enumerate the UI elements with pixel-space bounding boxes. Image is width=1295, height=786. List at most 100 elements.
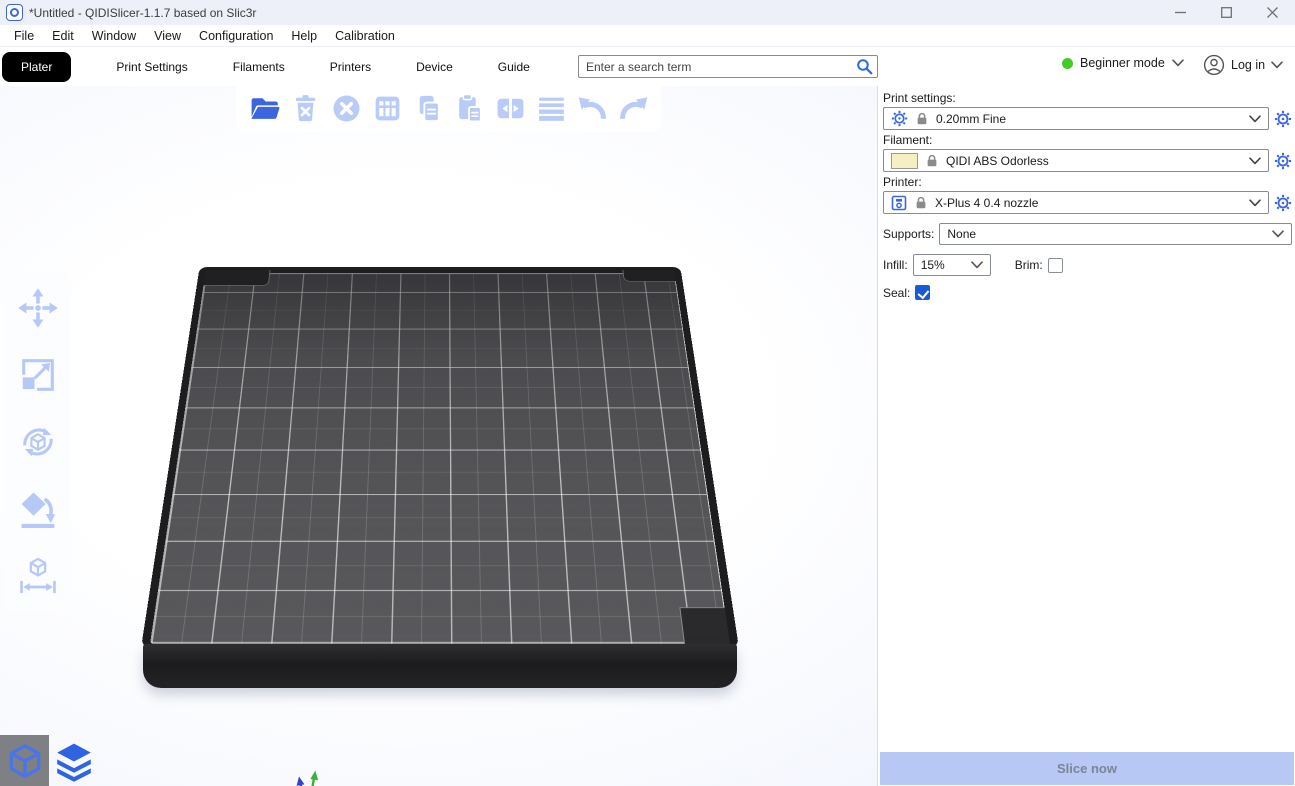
coordinate-axes xyxy=(296,770,319,786)
tab-print-settings[interactable]: Print Settings xyxy=(116,60,187,74)
menu-item-configuration[interactable]: Configuration xyxy=(190,27,282,45)
copy-icon xyxy=(412,92,445,125)
bed-clip-back-right xyxy=(622,269,676,282)
tabbar: Plater Print Settings Filaments Printers… xyxy=(0,47,1295,86)
infill-combo[interactable]: 15% xyxy=(912,254,991,276)
layers-preview-icon xyxy=(53,740,95,782)
undo-button[interactable] xyxy=(573,89,611,127)
print-settings-combo[interactable]: 0.20mm Fine xyxy=(883,107,1269,130)
seal-checkbox[interactable] xyxy=(915,285,931,300)
paste-icon xyxy=(453,92,486,125)
lock-icon xyxy=(925,153,939,168)
redo-button[interactable] xyxy=(614,89,652,127)
minimize-button[interactable] xyxy=(1157,0,1203,25)
mode-status-dot xyxy=(1062,57,1073,69)
edit-print-settings-button[interactable] xyxy=(1274,110,1292,128)
maximize-button[interactable] xyxy=(1203,0,1249,25)
paste-button[interactable] xyxy=(450,89,488,127)
print-settings-label: Print settings: xyxy=(883,91,956,105)
3d-editor-view-button[interactable] xyxy=(0,735,49,786)
gear-icon xyxy=(891,110,908,127)
chevron-down-icon xyxy=(1249,199,1261,207)
tab-plater[interactable]: Plater xyxy=(2,51,72,82)
rotate-gizmo-button[interactable] xyxy=(15,420,61,464)
mode-selector[interactable]: Beginner mode xyxy=(1062,56,1184,70)
split-objects-icon xyxy=(494,92,527,125)
variable-layer-height-icon xyxy=(535,92,568,125)
edit-filament-button[interactable] xyxy=(1274,152,1292,170)
variable-layer-height-button[interactable] xyxy=(532,89,570,127)
arrange-button[interactable] xyxy=(368,89,406,127)
tab-filaments[interactable]: Filaments xyxy=(233,60,285,74)
edit-printer-button[interactable] xyxy=(1274,194,1292,212)
view-switcher xyxy=(0,735,98,786)
filament-value: QIDI ABS Odorless xyxy=(946,153,1049,168)
bed-clip-back-left xyxy=(203,269,271,286)
layers-preview-button[interactable] xyxy=(49,735,98,786)
chevron-down-icon xyxy=(1271,61,1283,69)
search-box[interactable] xyxy=(578,55,878,78)
window-title: *Untitled - QIDISlicer-1.1.7 based on Sl… xyxy=(29,5,257,20)
tab-printers[interactable]: Printers xyxy=(330,60,371,74)
open-folder-icon xyxy=(248,92,281,125)
tab-device[interactable]: Device xyxy=(416,60,453,74)
move-gizmo-button[interactable] xyxy=(15,286,61,330)
print-bed[interactable] xyxy=(141,266,739,786)
supports-value: None xyxy=(947,227,977,241)
menu-item-window[interactable]: Window xyxy=(83,27,145,45)
settings-sidebar: Print settings: 0.20mm Fine Filament: QI… xyxy=(878,86,1295,786)
menu-item-edit[interactable]: Edit xyxy=(43,27,83,45)
plater-toolbar xyxy=(236,86,661,132)
printer-combo[interactable]: X-Plus 4 0.4 nozzle xyxy=(883,191,1269,214)
chevron-down-icon xyxy=(971,261,983,269)
menu-item-calibration[interactable]: Calibration xyxy=(326,27,404,45)
3d-editor-view-icon xyxy=(4,740,46,782)
app-logo-icon xyxy=(6,4,23,21)
move-icon xyxy=(16,286,60,330)
login-button[interactable]: Log in xyxy=(1203,54,1283,76)
print-bed-body xyxy=(143,644,737,688)
scale-gizmo-button[interactable] xyxy=(15,353,61,397)
open-button[interactable] xyxy=(245,89,283,127)
mode-label: Beginner mode xyxy=(1080,56,1165,70)
printer-icon xyxy=(891,195,907,211)
print-bed-surface xyxy=(150,269,730,644)
user-icon xyxy=(1203,54,1225,76)
menu-item-file[interactable]: File xyxy=(5,27,43,45)
menu-item-view[interactable]: View xyxy=(145,27,190,45)
undo-icon xyxy=(576,92,609,125)
3d-viewport[interactable] xyxy=(0,86,878,786)
place-on-face-gizmo-button[interactable] xyxy=(15,487,61,531)
split-objects-button[interactable] xyxy=(491,89,529,127)
printer-value: X-Plus 4 0.4 nozzle xyxy=(935,195,1039,210)
chevron-down-icon xyxy=(1249,157,1261,165)
search-icon[interactable] xyxy=(856,58,873,75)
redo-icon xyxy=(617,92,650,125)
arrange-icon xyxy=(371,92,404,125)
scale-icon xyxy=(16,353,60,397)
titlebar: *Untitled - QIDISlicer-1.1.7 based on Sl… xyxy=(0,0,1295,25)
print-settings-value: 0.20mm Fine xyxy=(936,111,1007,126)
filament-color-swatch xyxy=(891,152,918,169)
menu-item-help[interactable]: Help xyxy=(282,27,326,45)
lock-icon xyxy=(915,111,929,126)
rotate-icon xyxy=(16,420,60,464)
gizmo-toolbar xyxy=(5,272,71,612)
seal-label: Seal: xyxy=(883,285,911,300)
infill-value: 15% xyxy=(920,258,945,272)
delete-button[interactable] xyxy=(286,89,324,127)
supports-combo[interactable]: None xyxy=(939,223,1292,245)
measure-gizmo-button[interactable] xyxy=(15,554,61,598)
brim-label: Brim: xyxy=(1014,258,1043,272)
filament-combo[interactable]: QIDI ABS Odorless xyxy=(883,149,1269,172)
copy-button[interactable] xyxy=(409,89,447,127)
slice-now-button[interactable]: Slice now xyxy=(880,752,1294,785)
close-button[interactable] xyxy=(1249,0,1295,25)
supports-label: Supports: xyxy=(883,227,935,241)
chevron-down-icon xyxy=(1249,115,1261,123)
tab-guide[interactable]: Guide xyxy=(498,60,530,74)
search-input[interactable] xyxy=(586,59,856,74)
delete-all-icon xyxy=(330,92,363,125)
brim-checkbox[interactable] xyxy=(1047,257,1063,273)
delete-all-button[interactable] xyxy=(327,89,365,127)
